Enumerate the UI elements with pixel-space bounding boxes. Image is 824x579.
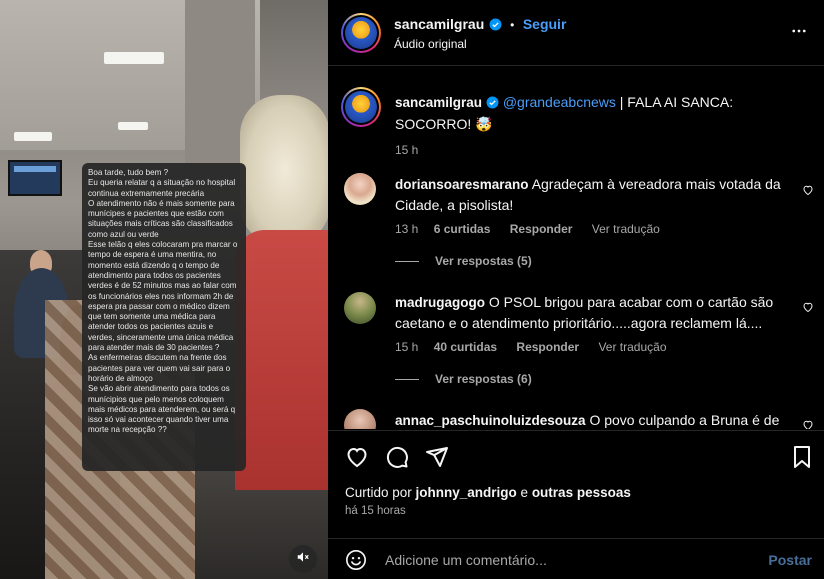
view-replies-button[interactable]: Ver respostas (5) <box>395 254 795 268</box>
heart-outline-icon <box>802 183 814 200</box>
media-ceiling-light <box>104 52 164 64</box>
caption-time[interactable]: 15 h <box>395 143 418 157</box>
comment-username[interactable]: annac_paschuinoluizdesouza <box>395 413 586 428</box>
comment-username[interactable]: madrugagogo <box>395 295 485 310</box>
paper-plane-icon <box>425 447 449 473</box>
add-comment-bar: Adicione um comentário... Postar <box>328 538 824 579</box>
comment-like-button[interactable] <box>802 183 814 201</box>
caption: sancamilgrau @grandeabcnews | FALA AI SA… <box>395 92 805 157</box>
audio-link[interactable]: Áudio original <box>394 37 467 51</box>
post-comment-button[interactable]: Postar <box>768 552 812 568</box>
comments-list[interactable]: sancamilgrau @grandeabcnews | FALA AI SA… <box>328 67 824 429</box>
comment-reply-button[interactable]: Responder <box>510 222 573 236</box>
like-button[interactable] <box>345 445 369 474</box>
verified-badge-icon <box>489 18 502 36</box>
caption-mention-link[interactable]: @grandeabcnews <box>503 94 616 110</box>
comment-reply-button[interactable]: Responder <box>516 340 579 354</box>
comment-item: madrugagogo O PSOL brigou para acabar co… <box>395 292 795 386</box>
commenter-avatar[interactable] <box>344 292 376 324</box>
comment-like-button[interactable] <box>802 418 814 429</box>
more-horizontal-icon <box>790 27 808 44</box>
emoji-smiley-icon <box>345 550 367 575</box>
liked-by-prefix: Curtido por <box>345 485 416 500</box>
replies-divider <box>395 378 419 380</box>
view-replies-button[interactable]: Ver respostas (6) <box>395 372 795 386</box>
caption-username[interactable]: sancamilgrau <box>395 95 482 110</box>
comment-bubble-icon <box>385 446 409 473</box>
comment-likes[interactable]: 6 curtidas <box>434 222 491 236</box>
emoji-button[interactable] <box>345 549 367 576</box>
view-replies-label: Ver respostas (6) <box>435 372 532 386</box>
comment-translate-link[interactable]: Ver tradução <box>598 340 666 354</box>
comment-time[interactable]: 15 h <box>395 340 418 354</box>
comment-item: annac_paschuinoluizdesouza O povo culpan… <box>395 410 795 429</box>
follow-button[interactable]: Seguir <box>523 16 567 32</box>
save-button[interactable] <box>791 445 813 474</box>
more-options-button[interactable] <box>790 22 808 45</box>
comment-username[interactable]: doriansoaresmarano <box>395 177 529 192</box>
post-header: sancamilgrau • Seguir Áudio original <box>328 0 824 66</box>
liked-by-user[interactable]: johnny_andrigo <box>416 485 517 500</box>
comment-input[interactable]: Adicione um comentário... <box>385 552 547 568</box>
comment-text: O povo culpando a Bruna é de <box>589 412 780 428</box>
comment-likes[interactable]: 40 curtidas <box>434 340 497 354</box>
author-avatar[interactable] <box>341 13 381 53</box>
comment-translate-link[interactable]: Ver tradução <box>592 222 660 236</box>
caption-avatar[interactable] <box>341 87 381 127</box>
commenter-avatar[interactable] <box>344 409 376 429</box>
liked-by-others[interactable]: outras pessoas <box>532 485 631 500</box>
media-ceiling-light <box>14 132 52 141</box>
bookmark-icon <box>791 446 813 473</box>
media-red-shirt <box>235 230 328 490</box>
media-overlay-text: Boa tarde, tudo bem ? Eu queria relatar … <box>82 163 246 471</box>
liked-by-summary: Curtido por johnny_andrigo e outras pess… <box>345 485 631 500</box>
commenter-avatar[interactable] <box>344 173 376 205</box>
author-username[interactable]: sancamilgrau <box>394 16 484 32</box>
speaker-muted-icon <box>296 550 310 569</box>
post-side-panel: sancamilgrau • Seguir Áudio original san… <box>328 0 824 579</box>
comment-time[interactable]: 13 h <box>395 222 418 236</box>
heart-outline-icon <box>345 447 369 473</box>
verified-badge-icon <box>486 94 499 114</box>
view-replies-label: Ver respostas (5) <box>435 254 532 268</box>
comment-button[interactable] <box>385 445 409 474</box>
heart-outline-icon <box>802 300 814 317</box>
post-date[interactable]: há 15 horas <box>345 505 406 517</box>
replies-divider <box>395 260 419 262</box>
mute-button[interactable] <box>289 545 317 573</box>
share-button[interactable] <box>425 445 449 474</box>
liked-by-middle: e <box>516 485 532 500</box>
post-media[interactable]: Boa tarde, tudo bem ? Eu queria relatar … <box>0 0 328 579</box>
media-waiting-screen <box>8 160 62 196</box>
media-hair <box>240 95 328 245</box>
heart-outline-icon <box>802 418 814 429</box>
comment-item: doriansoaresmarano Agradeçam à vereadora… <box>395 174 795 268</box>
comment-like-button[interactable] <box>802 300 814 318</box>
header-separator: • <box>510 18 515 32</box>
media-ceiling-light <box>118 122 148 130</box>
